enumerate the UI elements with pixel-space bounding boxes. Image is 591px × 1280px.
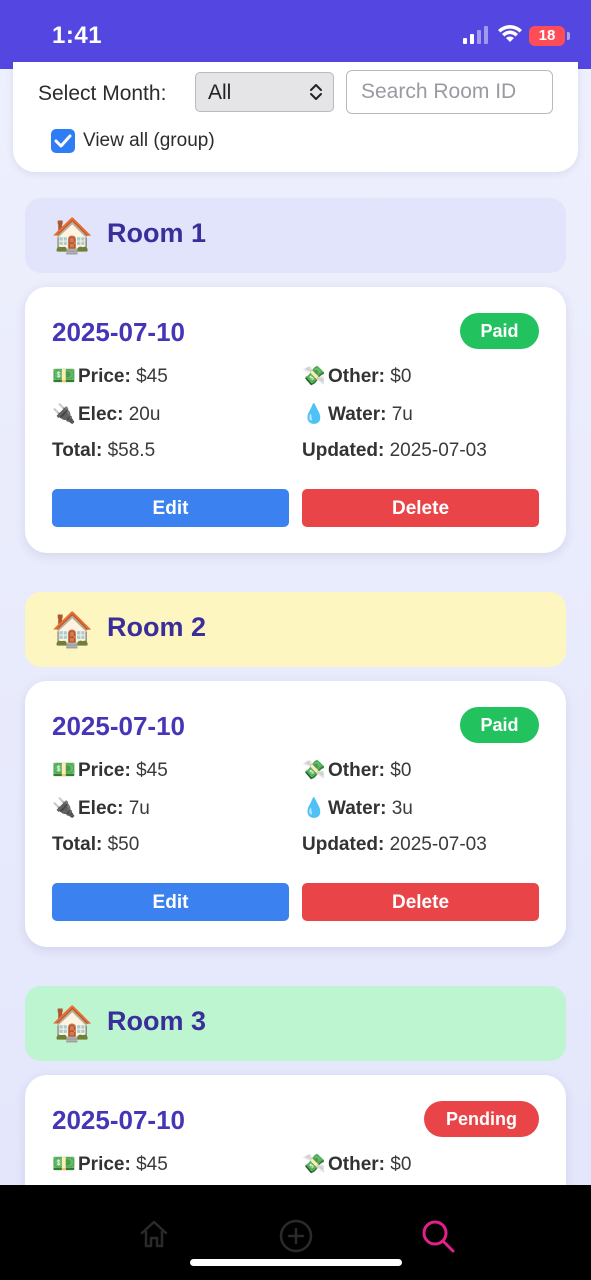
bill-date: 2025-07-10: [52, 1105, 185, 1135]
room-title: Room 2: [107, 612, 207, 642]
status-time: 1:41: [52, 22, 103, 49]
money-icon: 💵: [52, 366, 76, 387]
view-all-checkbox[interactable]: [51, 129, 75, 153]
wifi-icon: [497, 24, 523, 49]
room-header: 🏠 Room 2: [25, 592, 566, 667]
house-icon: 🏠: [51, 611, 94, 649]
water-field: 💧 Water: 7u: [302, 404, 413, 425]
home-indicator: [190, 1259, 402, 1266]
house-icon: 🏠: [51, 217, 94, 255]
edit-button[interactable]: Edit: [52, 883, 289, 921]
house-icon: 🏠: [51, 1005, 94, 1043]
battery-icon: 18: [529, 26, 565, 46]
droplet-icon: 💧: [302, 798, 326, 819]
water-field: 💧 Water: 3u: [302, 798, 413, 819]
bill-card: 2025-07-10 Paid 💵 Price: $45 💸 Other: $0 🔌…: [25, 287, 566, 553]
money-icon: 💵: [52, 1154, 76, 1175]
money-icon: 💵: [52, 760, 76, 781]
room-header: 🏠 Room 3: [25, 986, 566, 1061]
price-field: 💵 Price: $45: [52, 760, 168, 781]
add-icon[interactable]: [278, 1218, 314, 1259]
room-header: 🏠 Room 1: [25, 198, 566, 273]
other-field: 💸 Other: $0: [302, 760, 412, 781]
bill-card: 2025-07-10 Paid 💵 Price: $45 💸 Other: $0 🔌…: [25, 681, 566, 947]
month-label: Select Month:: [38, 82, 167, 105]
bill-date: 2025-07-10: [52, 317, 185, 347]
search-icon[interactable]: [420, 1218, 456, 1259]
month-select-value: All: [208, 81, 232, 104]
delete-button[interactable]: Delete: [302, 883, 539, 921]
delete-button[interactable]: Delete: [302, 489, 539, 527]
chevron-updown-icon: [309, 82, 323, 107]
updated-field: Updated: 2025-07-03: [302, 440, 487, 461]
droplet-icon: 💧: [302, 404, 326, 425]
edit-button[interactable]: Edit: [52, 489, 289, 527]
total-field: Total: $50: [52, 834, 140, 855]
total-field: Total: $58.5: [52, 440, 156, 461]
elec-field: 🔌 Elec: 7u: [52, 798, 150, 819]
status-bar: 1:41 18: [0, 0, 591, 69]
flying-money-icon: 💸: [302, 366, 326, 387]
view-all-label: View all (group): [83, 130, 215, 151]
other-field: 💸 Other: $0: [302, 1154, 412, 1175]
elec-field: 🔌 Elec: 20u: [52, 404, 161, 425]
other-field: 💸 Other: $0: [302, 366, 412, 387]
battery-nub: [567, 32, 570, 40]
month-select[interactable]: All: [195, 72, 334, 112]
plug-icon: 🔌: [52, 404, 76, 425]
price-field: 💵 Price: $45: [52, 1154, 168, 1175]
plug-icon: 🔌: [52, 798, 76, 819]
price-field: 💵 Price: $45: [52, 366, 168, 387]
filter-panel: Select Month: All View all (group): [13, 62, 578, 172]
status-badge: Paid: [460, 313, 539, 349]
flying-money-icon: 💸: [302, 1154, 326, 1175]
updated-field: Updated: 2025-07-03: [302, 834, 487, 855]
room-title: Room 1: [107, 218, 207, 248]
home-icon[interactable]: [138, 1218, 170, 1255]
status-badge: Pending: [424, 1101, 539, 1137]
room-title: Room 3: [107, 1006, 207, 1036]
bill-date: 2025-07-10: [52, 711, 185, 741]
status-badge: Paid: [460, 707, 539, 743]
flying-money-icon: 💸: [302, 760, 326, 781]
signal-icon: [463, 26, 491, 49]
search-room-input[interactable]: [346, 70, 553, 114]
